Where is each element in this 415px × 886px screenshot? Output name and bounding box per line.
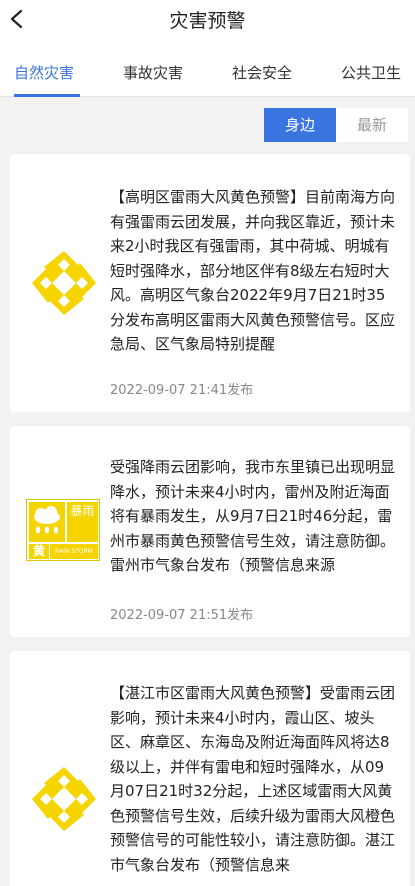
yellow-thunderstorm-wind-warning-icon [32, 767, 96, 831]
rainstorm-label-en: RAIN STORM [50, 544, 98, 559]
tab-accident-disaster[interactable]: 事故灾害 [123, 62, 183, 83]
latest-filter-button[interactable]: 最新 [336, 108, 408, 142]
warning-content: 受强降雨云团影响，我市东里镇已出现明显降水，预计未来4小时内，雷州及附近海面将有… [110, 458, 396, 574]
rainstorm-label: 暴雨 [67, 502, 98, 542]
warning-card[interactable]: 【高明区雷雨大风黄色预警】目前南海方向有强雷雨云团发展，并向我区靠近，预计未来2… [10, 154, 410, 412]
tab-public-health[interactable]: 公共卫生 [341, 62, 401, 83]
nearby-filter-button[interactable]: 身边 [264, 108, 336, 142]
warning-card[interactable]: 【湛江市区雷雨大风黄色预警】受雷雨云团影响，预计未来4小时内，霞山区、坡头区、麻… [10, 651, 410, 886]
rain-cloud-icon [34, 506, 60, 534]
yellow-thunderstorm-wind-warning-icon [32, 251, 96, 315]
top-bar: 灾害预警 [0, 0, 415, 40]
active-tab-indicator [14, 94, 80, 97]
publish-time: 2022-09-07 21:51发布 [110, 608, 254, 623]
tab-social-security[interactable]: 社会安全 [232, 62, 292, 83]
warning-level-label: 黄 [29, 544, 49, 559]
page-title: 灾害预警 [169, 10, 246, 32]
category-tabs: 自然灾害 事故灾害 社会安全 公共卫生 [0, 40, 415, 97]
tab-natural-disaster[interactable]: 自然灾害 [14, 62, 74, 83]
warning-content: 【湛江市区雷雨大风黄色预警】受雷雨云团影响，预计未来4小时内，霞山区、坡头区、麻… [110, 684, 396, 874]
publish-time: 2022-09-07 21:41发布 [110, 383, 254, 398]
warning-card[interactable]: 暴雨 黄 RAIN STORM 受强降雨云团影响，我市东里镇已出现明显降水，预计… [10, 426, 410, 637]
warning-content: 【高明区雷雨大风黄色预警】目前南海方向有强雷雨云团发展，并向我区靠近，预计未来2… [110, 188, 396, 353]
yellow-rainstorm-warning-icon: 暴雨 黄 RAIN STORM [26, 499, 100, 561]
